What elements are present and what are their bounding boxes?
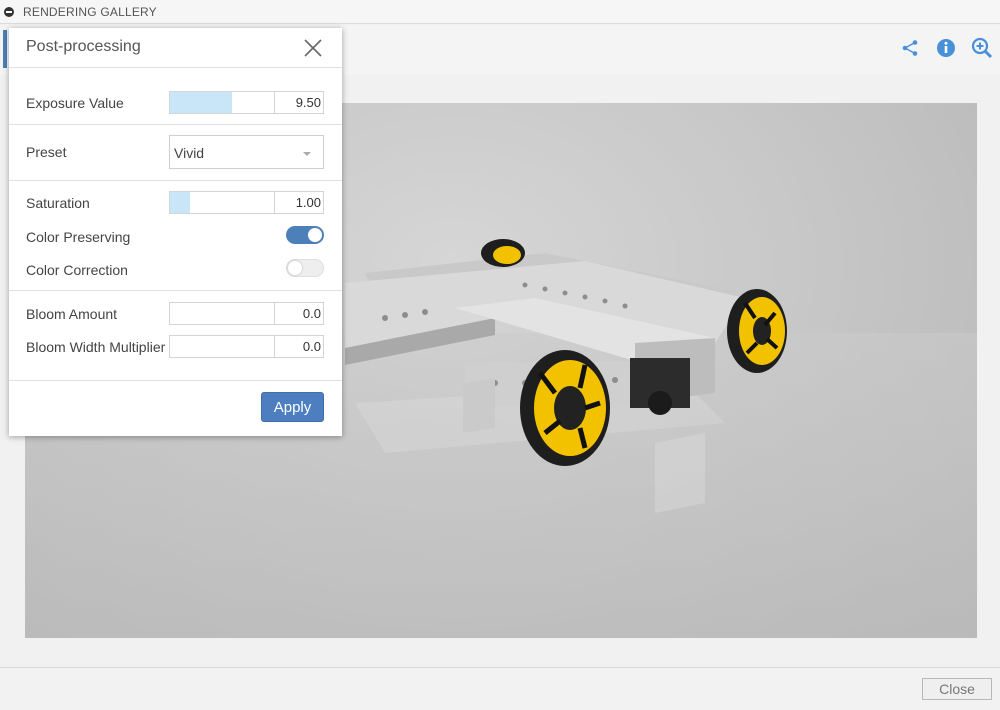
- bloom-amount-slider[interactable]: [169, 302, 275, 325]
- collapse-icon[interactable]: [4, 6, 14, 17]
- color-correction-label: Color Correction: [26, 262, 128, 278]
- wheel-rear-left: [481, 239, 525, 267]
- panel-header: Post-processing: [9, 28, 342, 68]
- divider: [9, 380, 342, 381]
- wheel-front-left: [520, 350, 610, 466]
- selection-indicator: [3, 30, 7, 68]
- close-icon[interactable]: [302, 37, 324, 59]
- saturation-value-input[interactable]: 1.00: [275, 191, 324, 214]
- info-icon[interactable]: [928, 36, 964, 60]
- bloom-width-value-input[interactable]: 0.0: [275, 335, 324, 358]
- preset-label: Preset: [26, 144, 67, 160]
- exposure-slider-fill: [170, 92, 233, 113]
- dialog-footer: Close: [0, 667, 1000, 710]
- preset-select[interactable]: Vivid: [169, 135, 324, 169]
- color-preserving-toggle[interactable]: [286, 226, 324, 244]
- exposure-slider[interactable]: [169, 91, 275, 114]
- panel-title: Post-processing: [26, 38, 141, 55]
- divider: [9, 180, 342, 181]
- exposure-label: Exposure Value: [26, 95, 124, 111]
- bloom-amount-label: Bloom Amount: [26, 306, 118, 322]
- color-preserving-label: Color Preserving: [26, 229, 131, 245]
- wheel-front-right: [727, 289, 787, 373]
- toolbar-icons: [892, 36, 1000, 60]
- exposure-value-input[interactable]: 9.50: [275, 91, 324, 114]
- window-titlebar: RENDERING GALLERY: [0, 0, 1000, 24]
- saturation-label: Saturation: [26, 195, 90, 211]
- preset-selected-value: Vivid: [174, 145, 205, 161]
- bloom-amount-value-input[interactable]: 0.0: [275, 302, 324, 325]
- share-icon[interactable]: [892, 36, 928, 60]
- toggle-knob: [288, 261, 302, 275]
- divider: [9, 290, 342, 291]
- chevron-down-icon: [303, 152, 311, 156]
- divider: [9, 124, 342, 125]
- apply-button[interactable]: Apply: [261, 392, 324, 422]
- bloom-width-slider[interactable]: [169, 335, 275, 358]
- close-button[interactable]: Close: [922, 678, 992, 700]
- saturation-slider[interactable]: [169, 191, 275, 214]
- color-correction-toggle[interactable]: [286, 259, 324, 277]
- window-title: RENDERING GALLERY: [23, 4, 157, 19]
- bloom-width-label: Bloom Width Multiplier: [26, 339, 166, 355]
- post-processing-panel: Post-processing Exposure Value 9.50 Pres…: [9, 28, 342, 436]
- zoom-in-icon[interactable]: [964, 36, 1000, 60]
- toggle-knob: [308, 228, 322, 242]
- saturation-slider-fill: [170, 192, 190, 213]
